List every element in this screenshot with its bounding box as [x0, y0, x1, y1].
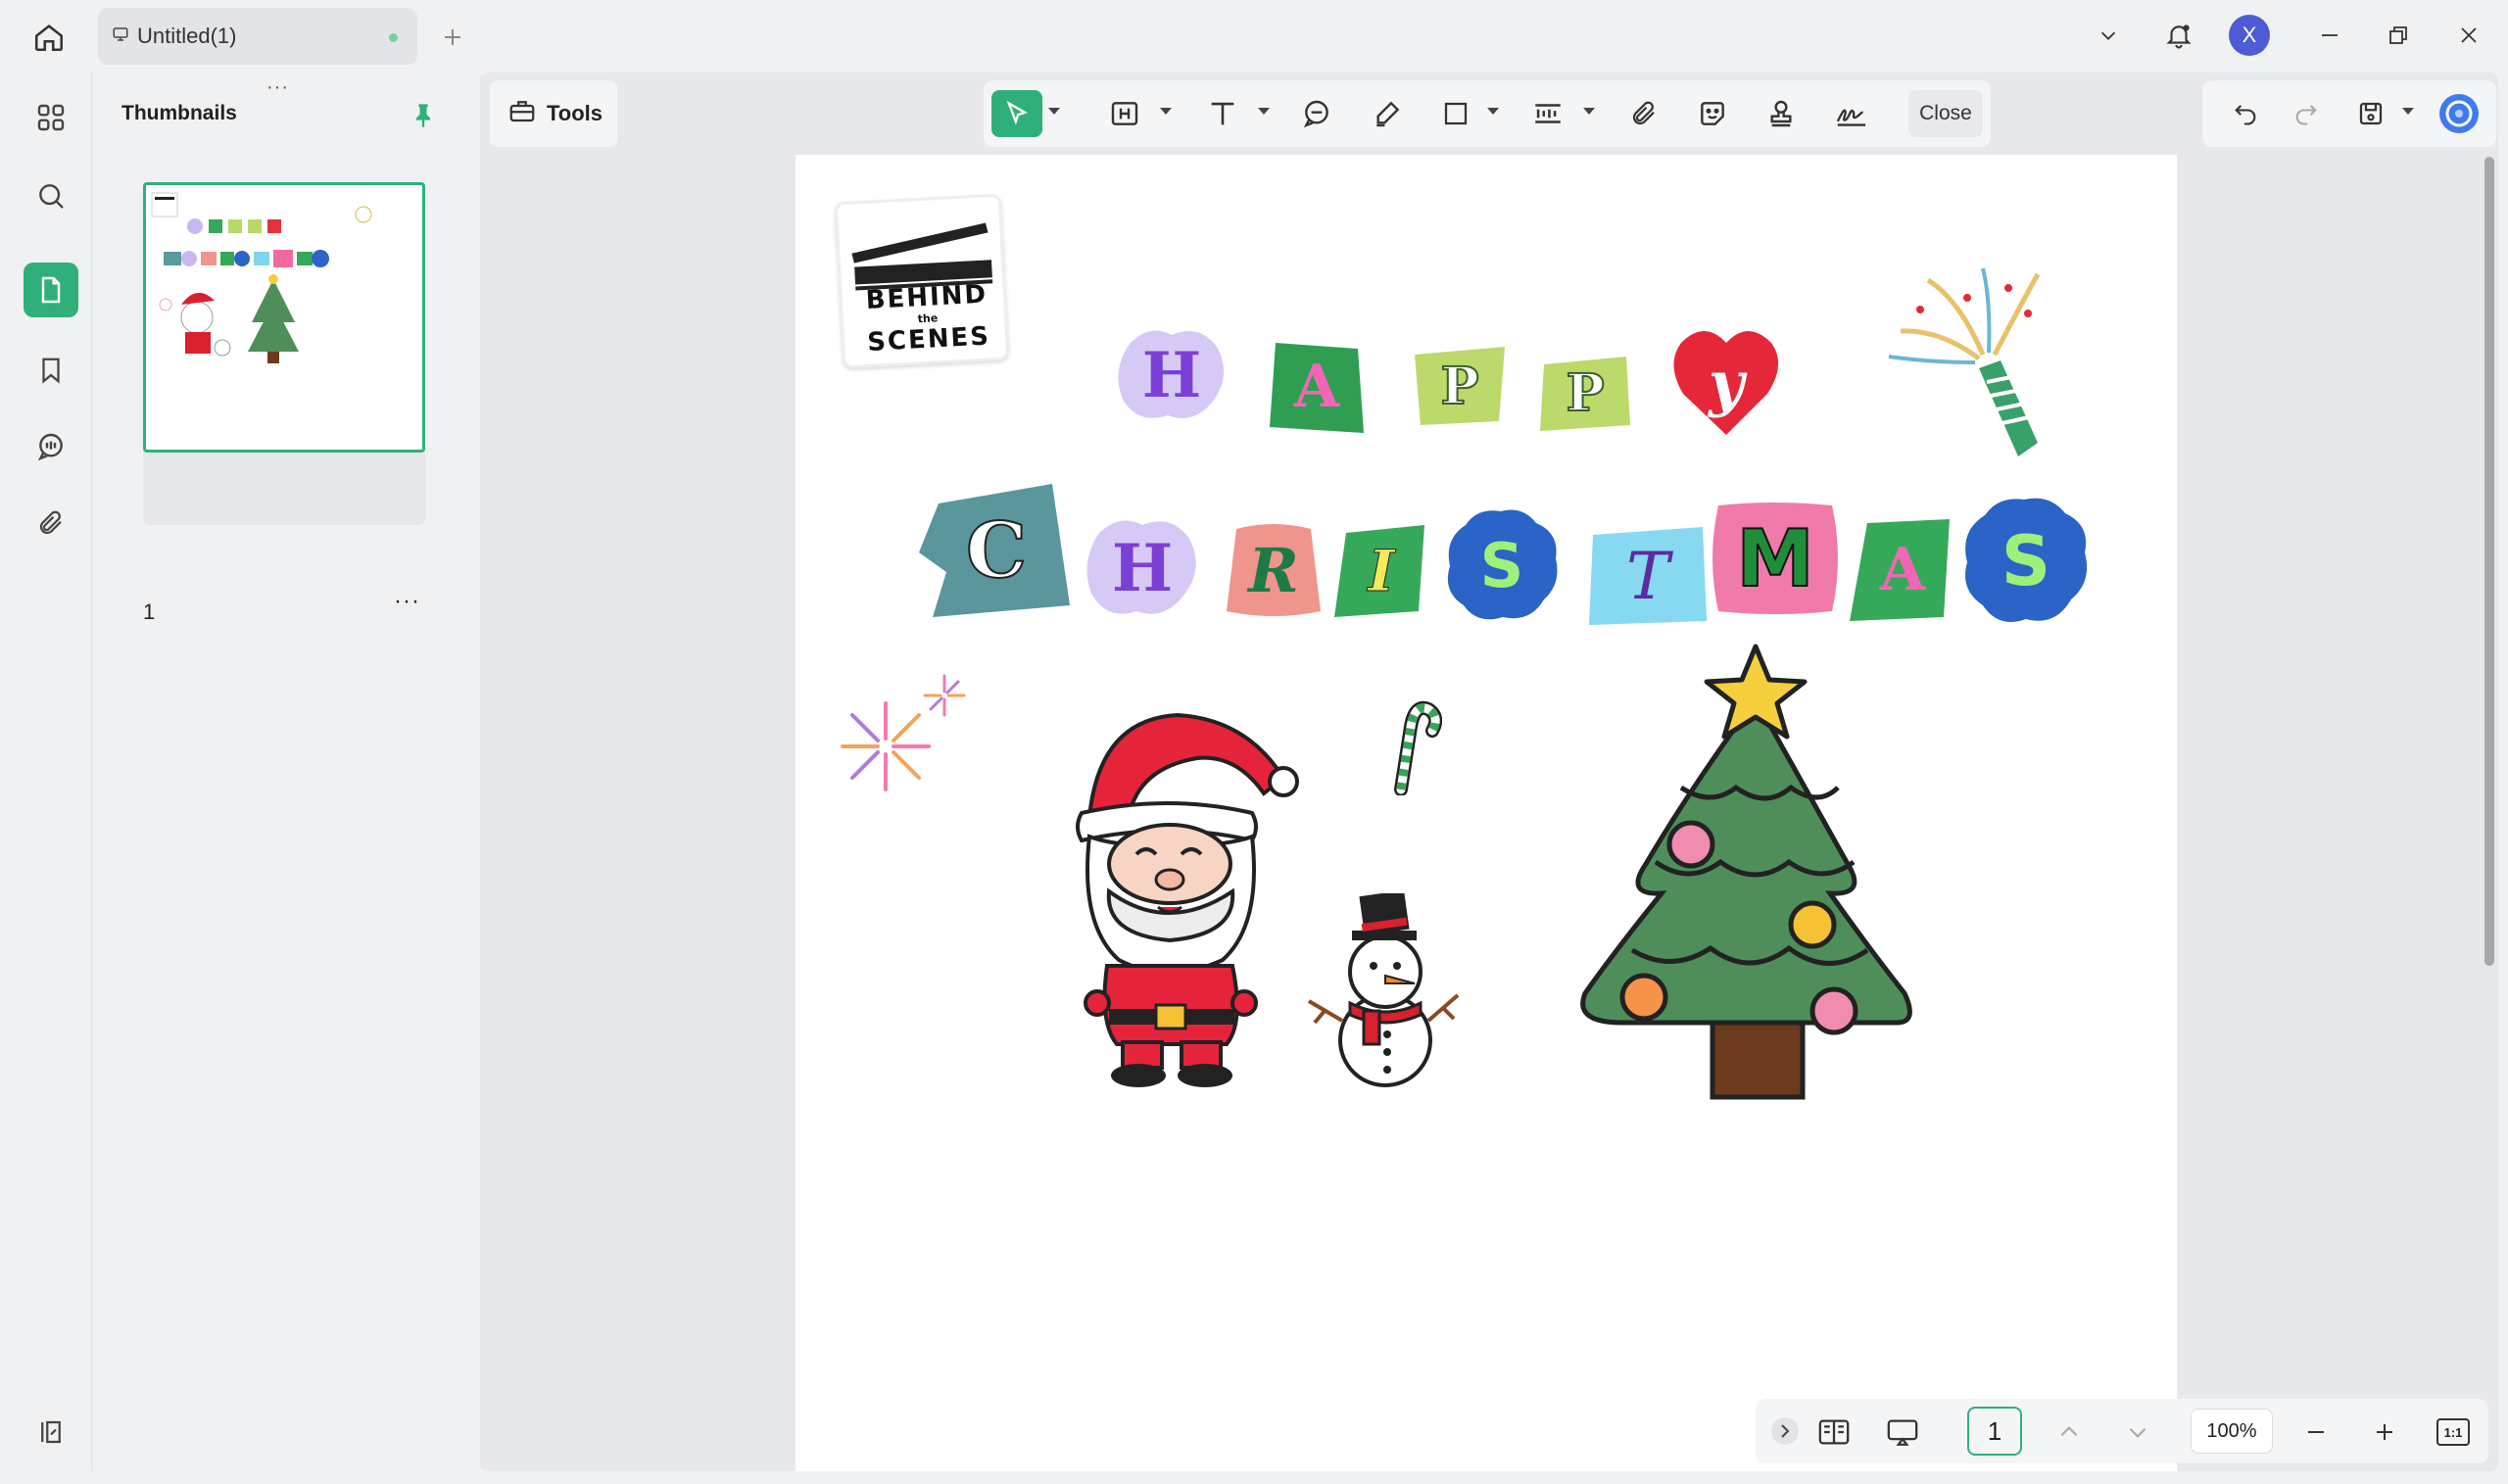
user-avatar[interactable]: X: [2228, 14, 2271, 57]
sticker-letter-a[interactable]: A: [1850, 519, 1955, 621]
zoom-out-icon[interactable]: [2296, 1412, 2336, 1452]
clapper-line-3: SCENES: [866, 321, 991, 358]
tab-title: Untitled(1): [137, 24, 237, 48]
apps-grid-icon[interactable]: [24, 90, 78, 145]
sticker-letter-a[interactable]: A: [1266, 339, 1368, 435]
search-icon[interactable]: [24, 168, 78, 223]
panel-settings-icon[interactable]: [24, 1405, 78, 1460]
redo-icon[interactable]: [2285, 90, 2328, 137]
comments-icon[interactable]: [24, 419, 78, 474]
actual-size-button[interactable]: 1:1: [2434, 1412, 2473, 1452]
chevron-down-icon[interactable]: [2402, 108, 2414, 115]
document-tab[interactable]: Untitled(1): [98, 8, 417, 65]
page-layout-icon[interactable]: [1814, 1412, 1854, 1452]
document-page[interactable]: BEHIND the SCENES H A P P y C H R I S T …: [796, 155, 2177, 1471]
sticker-letter-h[interactable]: H: [1080, 513, 1205, 623]
chevron-right-icon[interactable]: [1765, 1412, 1805, 1451]
sticker-letter-p[interactable]: P: [1411, 347, 1509, 425]
page-thumbnail[interactable]: [143, 182, 425, 525]
chevron-down-icon[interactable]: [1583, 108, 1595, 115]
undo-icon[interactable]: [2224, 90, 2267, 137]
shape-tool-icon[interactable]: [1434, 90, 1477, 137]
presentation-icon: [112, 25, 129, 48]
tab-list-chevron-icon[interactable]: [2087, 14, 2130, 57]
santa-claus-sticker[interactable]: [1060, 699, 1305, 1091]
chevron-down-icon[interactable]: [1487, 108, 1499, 115]
tools-button[interactable]: Tools: [490, 80, 617, 147]
history-toolbar: [2202, 80, 2496, 147]
resize-grip[interactable]: ···: [266, 76, 289, 99]
sticker-letter-t[interactable]: T: [1585, 527, 1711, 625]
toolbox-icon: [507, 96, 537, 131]
snowman-sticker[interactable]: [1305, 889, 1462, 1089]
notification-bell-icon[interactable]: [2157, 14, 2200, 57]
attach-tool-icon[interactable]: [1622, 90, 1665, 137]
left-rail: [10, 72, 92, 1471]
attachment-icon[interactable]: [24, 496, 78, 551]
candy-cane-sticker[interactable]: [1379, 697, 1443, 796]
pages-icon[interactable]: [24, 263, 78, 317]
measure-tool-icon[interactable]: [1526, 90, 1569, 137]
sticker-letter-h[interactable]: H: [1111, 323, 1232, 427]
signature-tool-icon[interactable]: [1828, 90, 1875, 137]
sticker-letter-c[interactable]: C: [919, 484, 1074, 617]
minimize-icon[interactable]: [2308, 14, 2351, 57]
ai-assistant-icon[interactable]: [2434, 90, 2484, 137]
panel-title: Thumbnails: [121, 102, 237, 124]
text-tool-icon[interactable]: [1201, 90, 1244, 137]
pin-icon[interactable]: [404, 96, 443, 135]
current-page-input[interactable]: 1: [1967, 1407, 2022, 1456]
presentation-mode-icon[interactable]: [1883, 1412, 1922, 1452]
sticker-letter-m[interactable]: M: [1707, 500, 1844, 617]
chevron-down-icon[interactable]: [1160, 108, 1172, 115]
highlight-tool-icon[interactable]: [1366, 90, 1409, 137]
sticker-letter-p[interactable]: P: [1538, 355, 1632, 431]
save-icon[interactable]: [2349, 90, 2392, 137]
chevron-down-icon[interactable]: [1048, 108, 1060, 115]
zoom-level-field[interactable]: 100%: [2191, 1409, 2273, 1454]
thumbnail-preview: [143, 182, 425, 453]
sticker-letter-r[interactable]: R: [1223, 519, 1325, 621]
select-tool-icon[interactable]: [991, 90, 1042, 137]
christmas-tree-sticker[interactable]: [1573, 641, 1916, 1101]
textbox-tool-icon[interactable]: [1103, 90, 1146, 137]
sticker-letter-s[interactable]: S: [1959, 494, 2093, 629]
home-icon[interactable]: [27, 16, 71, 59]
sticker-letter-y[interactable]: y: [1665, 325, 1787, 441]
sticker-tool-icon[interactable]: [1691, 90, 1734, 137]
previous-page-icon[interactable]: [2050, 1412, 2089, 1452]
sticker-letter-s[interactable]: S: [1442, 505, 1562, 625]
thumbnails-panel: ··· Thumbnails 1 ···: [94, 72, 476, 1471]
thumbnail-page-number: 1: [143, 599, 156, 624]
annotation-toolbar: Close: [984, 80, 1991, 147]
behind-the-scenes-sticker[interactable]: BEHIND the SCENES: [834, 193, 1010, 369]
bookmark-icon[interactable]: [24, 343, 78, 398]
close-tools-button[interactable]: Close: [1908, 90, 1983, 137]
stamp-tool-icon[interactable]: [1760, 90, 1803, 137]
sticker-letter-i[interactable]: I: [1334, 525, 1428, 617]
vertical-scrollbar[interactable]: [2484, 157, 2494, 966]
page-navigation-bar: 1 100% 1:1: [1756, 1399, 2488, 1463]
comment-tool-icon[interactable]: [1295, 90, 1338, 137]
next-page-icon[interactable]: [2118, 1412, 2157, 1452]
party-popper-sticker[interactable]: [1881, 261, 2057, 456]
title-bar: Untitled(1) X: [0, 0, 2508, 71]
firework-sticker[interactable]: [837, 668, 974, 795]
zoom-in-icon[interactable]: [2365, 1412, 2404, 1452]
clapperboard-caption: BEHIND the SCENES: [857, 279, 998, 358]
chevron-down-icon[interactable]: [1258, 108, 1270, 115]
unsaved-dot: [389, 33, 398, 42]
close-window-icon[interactable]: [2447, 14, 2490, 57]
new-tab-button[interactable]: [435, 20, 470, 55]
restore-icon[interactable]: [2377, 14, 2420, 57]
thumbnail-more-button[interactable]: ···: [394, 588, 420, 615]
tools-label: Tools: [547, 101, 603, 125]
